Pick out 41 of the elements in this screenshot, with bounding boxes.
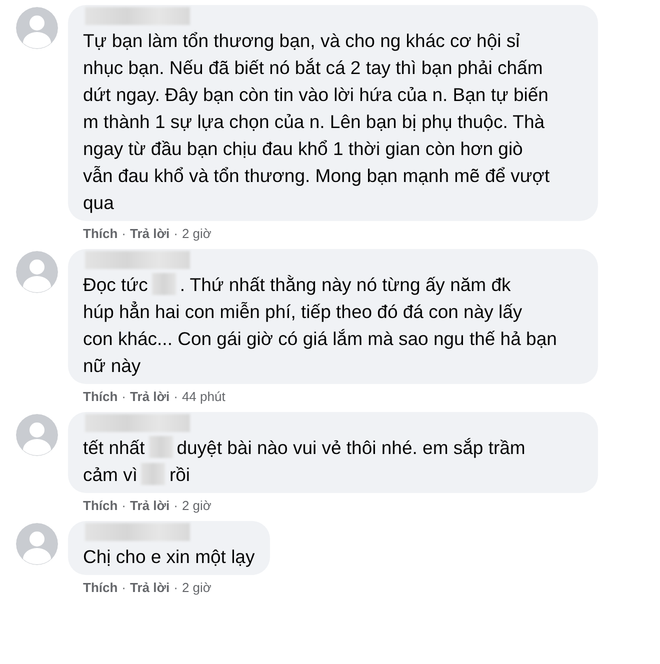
like-link[interactable]: Thích <box>83 580 118 596</box>
reply-link[interactable]: Trả lời <box>130 389 170 405</box>
like-link[interactable]: Thích <box>83 226 118 242</box>
comment-text: qua <box>83 191 115 215</box>
comment-text: m thành 1 sự lựa chọn của n. Lên bạn bị phụ thuộc. Thà <box>83 110 546 134</box>
separator-dot: · <box>122 389 126 405</box>
comment-text: Đọc tức . Thứ nhất thằng này nó từng ấy năm đk <box>83 272 512 297</box>
avatar[interactable] <box>16 7 58 49</box>
reply-link[interactable]: Trả lời <box>130 580 170 596</box>
comment-time: 2 giờ <box>182 498 212 514</box>
comment-text: nữ này <box>83 354 142 378</box>
comment-text: vẫn đau khổ và tổn thương. Mong bạn mạnh mẽ để vượt <box>83 164 551 188</box>
comment-text: con khác... Con gái giờ có giá lắm mà sao ngu thế hả bạn <box>83 327 558 351</box>
comment-text: tết nhất duyệt bài nào vui vẻ thôi nhé. em sắp trầm <box>83 435 526 460</box>
comment-time: 44 phút <box>182 389 226 405</box>
like-link[interactable]: Thích <box>83 389 118 405</box>
redaction-block <box>152 273 176 295</box>
separator-dot: · <box>174 580 178 596</box>
comment-text: húp hẳn hai con miễn phí, tiếp theo đó đá con này lấy <box>83 300 524 324</box>
separator-dot: · <box>122 226 126 242</box>
separator-dot: · <box>122 580 126 596</box>
comment-text: Tự bạn làm tổn thương bạn, và cho ng khác cơ hội sỉ <box>83 29 521 53</box>
comment-text: cảm vì rồi <box>83 462 192 487</box>
comment-text: Chị cho e xin một lạy <box>83 545 255 569</box>
reply-link[interactable]: Trả lời <box>130 498 170 514</box>
avatar[interactable] <box>16 414 58 456</box>
separator-dot: · <box>174 389 178 405</box>
redaction-block <box>148 436 173 458</box>
like-link[interactable]: Thích <box>83 498 118 514</box>
comment-time: 2 giờ <box>182 580 212 596</box>
comment-text: nhục bạn. Nếu đã biết nó bắt cá 2 tay thì bạn phải chấm <box>83 56 544 80</box>
avatar[interactable] <box>16 251 58 293</box>
separator-dot: · <box>122 498 126 514</box>
avatar[interactable] <box>16 523 58 565</box>
reply-link[interactable]: Trả lời <box>130 226 170 242</box>
comment-time: 2 giờ <box>182 226 212 242</box>
redaction-block <box>141 463 166 485</box>
separator-dot: · <box>174 498 178 514</box>
comment-text: dứt ngay. Đây bạn còn tin vào lời hứa của n. Bạn tự biến <box>83 83 550 107</box>
separator-dot: · <box>174 226 178 242</box>
comment-text: ngay từ đầu bạn chịu đau khổ 1 thời gian còn hơn giò <box>83 137 524 161</box>
